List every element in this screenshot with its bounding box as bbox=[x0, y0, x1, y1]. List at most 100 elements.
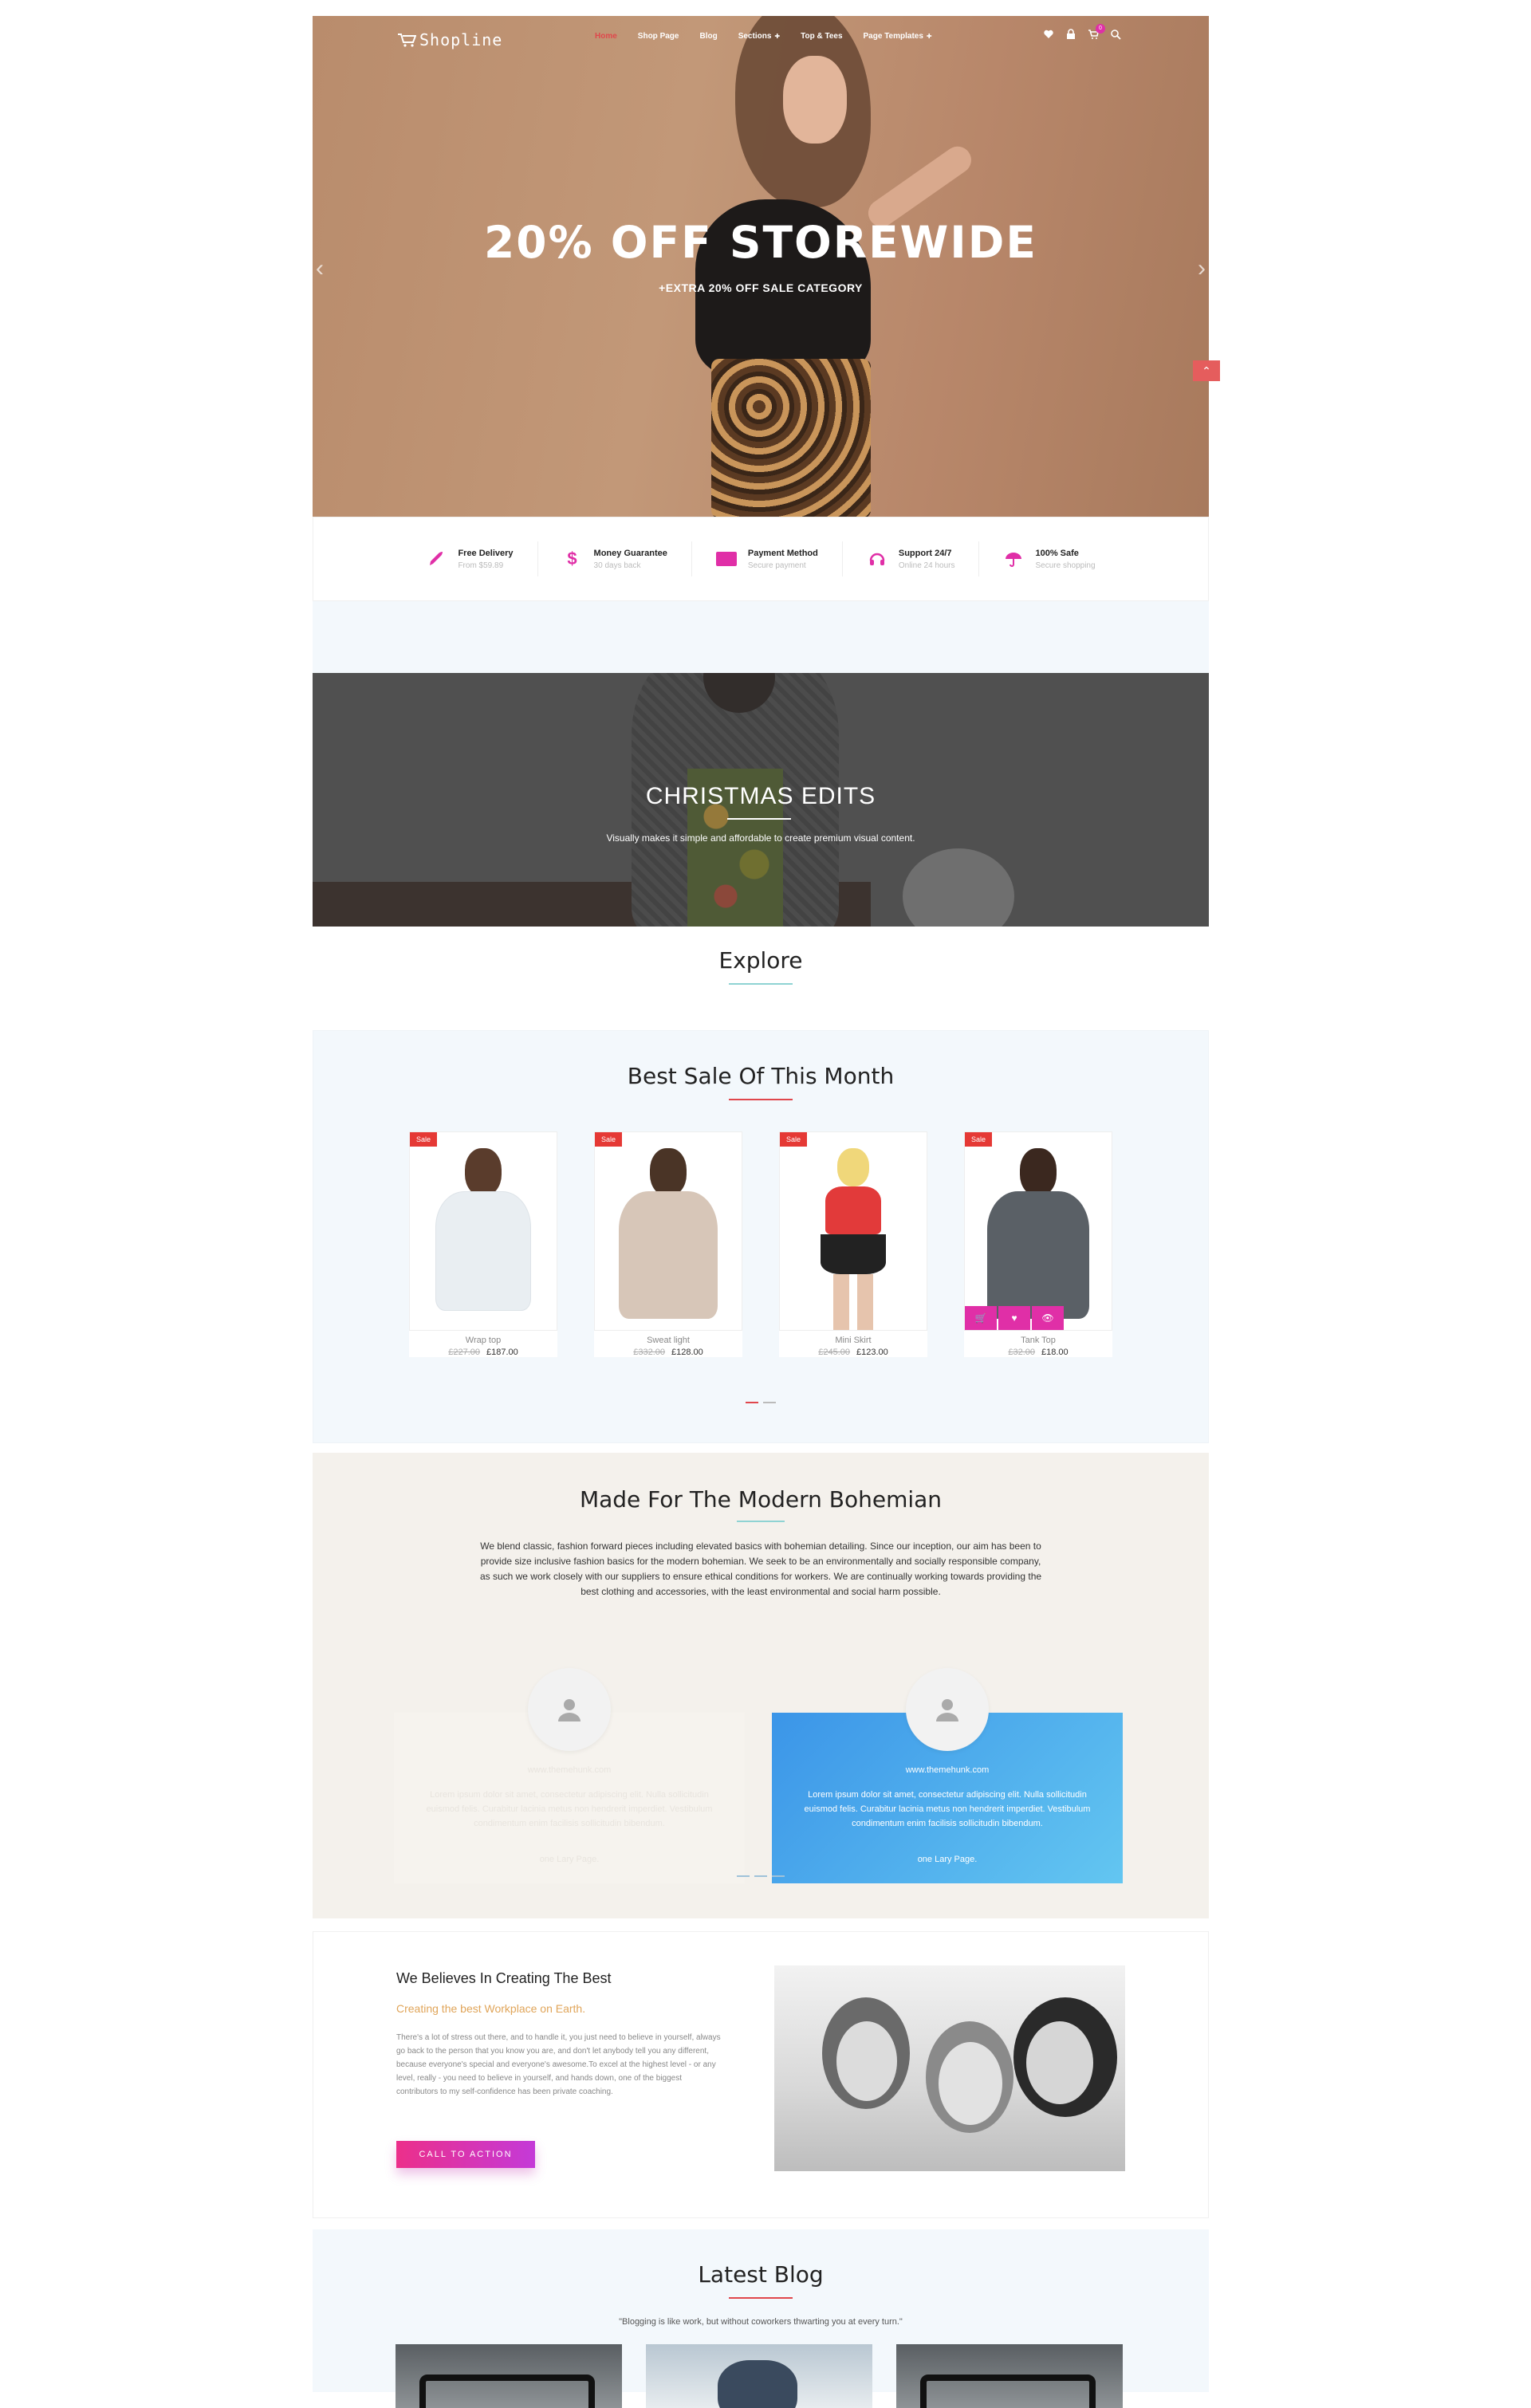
best-sale-title: Best Sale Of This Month bbox=[627, 1063, 895, 1089]
hero-banner: Shopline Home Shop Page Blog Sections ✚ T… bbox=[313, 16, 1209, 517]
about-subtitle: Creating the best Workplace on Earth. bbox=[396, 2002, 586, 2015]
menu-item-sections[interactable]: Sections ✚ bbox=[738, 32, 780, 41]
cart-icon[interactable]: 0 bbox=[1088, 24, 1105, 40]
title-divider bbox=[729, 2297, 793, 2299]
product-model-shape bbox=[435, 1148, 531, 1311]
product-card[interactable]: Sale Wrap top £227.00 £187.00 bbox=[409, 1131, 557, 1357]
search-icon[interactable] bbox=[1110, 29, 1121, 40]
feature-payment-method: Payment Method Secure payment bbox=[692, 541, 843, 576]
heart-icon[interactable] bbox=[1043, 29, 1054, 40]
old-price: £332.00 bbox=[633, 1348, 665, 1357]
testimonial-site: www.themehunk.com bbox=[527, 1765, 612, 1775]
feature-title: Payment Method bbox=[747, 548, 818, 558]
menu-item-page-templates[interactable]: Page Templates ✚ bbox=[864, 32, 932, 41]
product-image[interactable]: Sale bbox=[594, 1131, 742, 1331]
feature-title: Support 24/7 bbox=[898, 548, 952, 558]
wishlist-heart-icon[interactable]: ♥ bbox=[998, 1306, 1030, 1330]
sale-badge: Sale bbox=[595, 1132, 623, 1147]
menu-label-page-templates: Page Templates bbox=[863, 32, 923, 41]
feature-sub: Online 24 hours bbox=[898, 561, 955, 570]
feature-safe: 100% Safe Secure shopping bbox=[979, 541, 1119, 576]
rocket-icon bbox=[426, 549, 447, 569]
product-card[interactable]: Sale 🛒 ♥ 👁 Tank Top £32.00 £18.00 bbox=[964, 1131, 1112, 1357]
product-model-shape bbox=[619, 1148, 718, 1319]
product-card[interactable]: Sale Sweat light £332.00 £128.00 bbox=[594, 1131, 742, 1357]
old-price: £245.00 bbox=[818, 1348, 850, 1357]
menu-item-home[interactable]: Home bbox=[595, 32, 617, 41]
feature-sub: Secure payment bbox=[747, 561, 806, 570]
next-arrow-icon[interactable]: › bbox=[1187, 255, 1206, 287]
bohemian-text: We blend classic, fashion forward pieces… bbox=[479, 1540, 1042, 1597]
headphones-icon bbox=[867, 549, 888, 569]
menu-item-blog[interactable]: Blog bbox=[699, 32, 717, 41]
menu-item-top-tees[interactable]: Top & Tees bbox=[801, 32, 842, 41]
plus-icon: ✚ bbox=[774, 33, 781, 40]
glasses-shape bbox=[419, 2375, 595, 2408]
feature-title: Money Guarantee bbox=[593, 548, 667, 558]
carousel-dot[interactable] bbox=[754, 1875, 767, 1877]
carousel-dot[interactable] bbox=[746, 1402, 758, 1403]
sale-badge: Sale bbox=[410, 1132, 438, 1147]
avatar bbox=[906, 1668, 989, 1751]
best-sale-section: Best Sale Of This Month Sale Wrap top £2… bbox=[313, 1030, 1209, 1443]
call-to-action-button[interactable]: CALL TO ACTION bbox=[396, 2141, 535, 2168]
product-price: £332.00 £128.00 bbox=[594, 1348, 742, 1357]
friends-photo bbox=[774, 1965, 1125, 2171]
product-actions: 🛒 ♥ 👁 bbox=[965, 1306, 1064, 1330]
paypal-icon bbox=[715, 549, 737, 569]
feature-title: 100% Safe bbox=[1035, 548, 1079, 558]
product-price: £245.00 £123.00 bbox=[779, 1348, 927, 1357]
testimonial-author: one Lary Page. bbox=[539, 1855, 600, 1864]
feature-title: Free Delivery bbox=[458, 548, 514, 558]
carousel-dot[interactable] bbox=[772, 1875, 785, 1877]
christmas-banner: CHRISTMAS EDITS Visually makes it simple… bbox=[313, 673, 1209, 927]
add-to-cart-icon[interactable]: 🛒 bbox=[965, 1306, 997, 1330]
feature-free-delivery: Free Delivery From $59.89 bbox=[402, 541, 538, 576]
blog-post-image[interactable] bbox=[646, 2344, 872, 2408]
product-image[interactable]: Sale bbox=[779, 1131, 927, 1331]
dollar-icon: $ bbox=[567, 549, 577, 569]
carousel-dots bbox=[313, 1875, 1209, 1877]
new-price: £18.00 bbox=[1041, 1348, 1069, 1357]
product-name[interactable]: Sweat light bbox=[594, 1336, 742, 1345]
blog-post-image[interactable] bbox=[896, 2344, 1123, 2408]
quick-view-eye-icon[interactable]: 👁 bbox=[1032, 1306, 1064, 1330]
product-image[interactable]: Sale bbox=[409, 1131, 557, 1331]
testimonial-card: www.themehunk.com Lorem ipsum dolor sit … bbox=[394, 1668, 745, 1883]
title-divider bbox=[737, 1521, 785, 1522]
title-divider bbox=[727, 818, 791, 820]
carousel-dot[interactable] bbox=[763, 1402, 776, 1403]
main-nav: Shopline Home Shop Page Blog Sections ✚ T… bbox=[313, 16, 1209, 62]
testimonial-quote: Lorem ipsum dolor sit amet, consectetur … bbox=[804, 1790, 1091, 1828]
testimonial-card: www.themehunk.com Lorem ipsum dolor sit … bbox=[772, 1668, 1123, 1883]
product-name[interactable]: Wrap top bbox=[409, 1336, 557, 1345]
feature-sub: From $59.89 bbox=[458, 561, 504, 570]
prev-arrow-icon[interactable]: ‹ bbox=[316, 255, 335, 287]
product-card[interactable]: Sale Mini Skirt £245.00 £123.00 bbox=[779, 1131, 927, 1357]
product-name[interactable]: Mini Skirt bbox=[779, 1336, 927, 1345]
logo-text: Shopline bbox=[419, 30, 503, 49]
logo[interactable]: Shopline bbox=[397, 30, 502, 49]
feature-support: Support 24/7 Online 24 hours bbox=[843, 541, 980, 576]
product-model-shape bbox=[821, 1148, 886, 1330]
product-list: Sale Wrap top £227.00 £187.00 Sale Sweat … bbox=[409, 1131, 1112, 1357]
product-image[interactable]: Sale 🛒 ♥ 👁 bbox=[964, 1131, 1112, 1331]
sale-badge: Sale bbox=[965, 1132, 993, 1147]
avatar bbox=[528, 1668, 611, 1751]
spacer-strip bbox=[313, 601, 1209, 673]
scroll-top-button[interactable]: ⌃ bbox=[1193, 360, 1220, 381]
user-icon bbox=[936, 1699, 958, 1721]
old-price: £32.00 bbox=[1008, 1348, 1035, 1357]
blog-post-image[interactable] bbox=[396, 2344, 622, 2408]
new-price: £187.00 bbox=[486, 1348, 518, 1357]
menu-label-sections: Sections bbox=[738, 32, 772, 41]
title-divider bbox=[729, 1099, 793, 1100]
lock-icon[interactable] bbox=[1065, 29, 1076, 40]
shoes-shape bbox=[718, 2360, 797, 2408]
carousel-dot[interactable] bbox=[737, 1875, 750, 1877]
blog-title: Latest Blog bbox=[698, 2261, 824, 2288]
plus-icon: ✚ bbox=[926, 33, 932, 40]
product-name[interactable]: Tank Top bbox=[964, 1336, 1112, 1345]
explore-section: Explore bbox=[313, 947, 1209, 1011]
menu-item-shop-page[interactable]: Shop Page bbox=[638, 32, 679, 41]
